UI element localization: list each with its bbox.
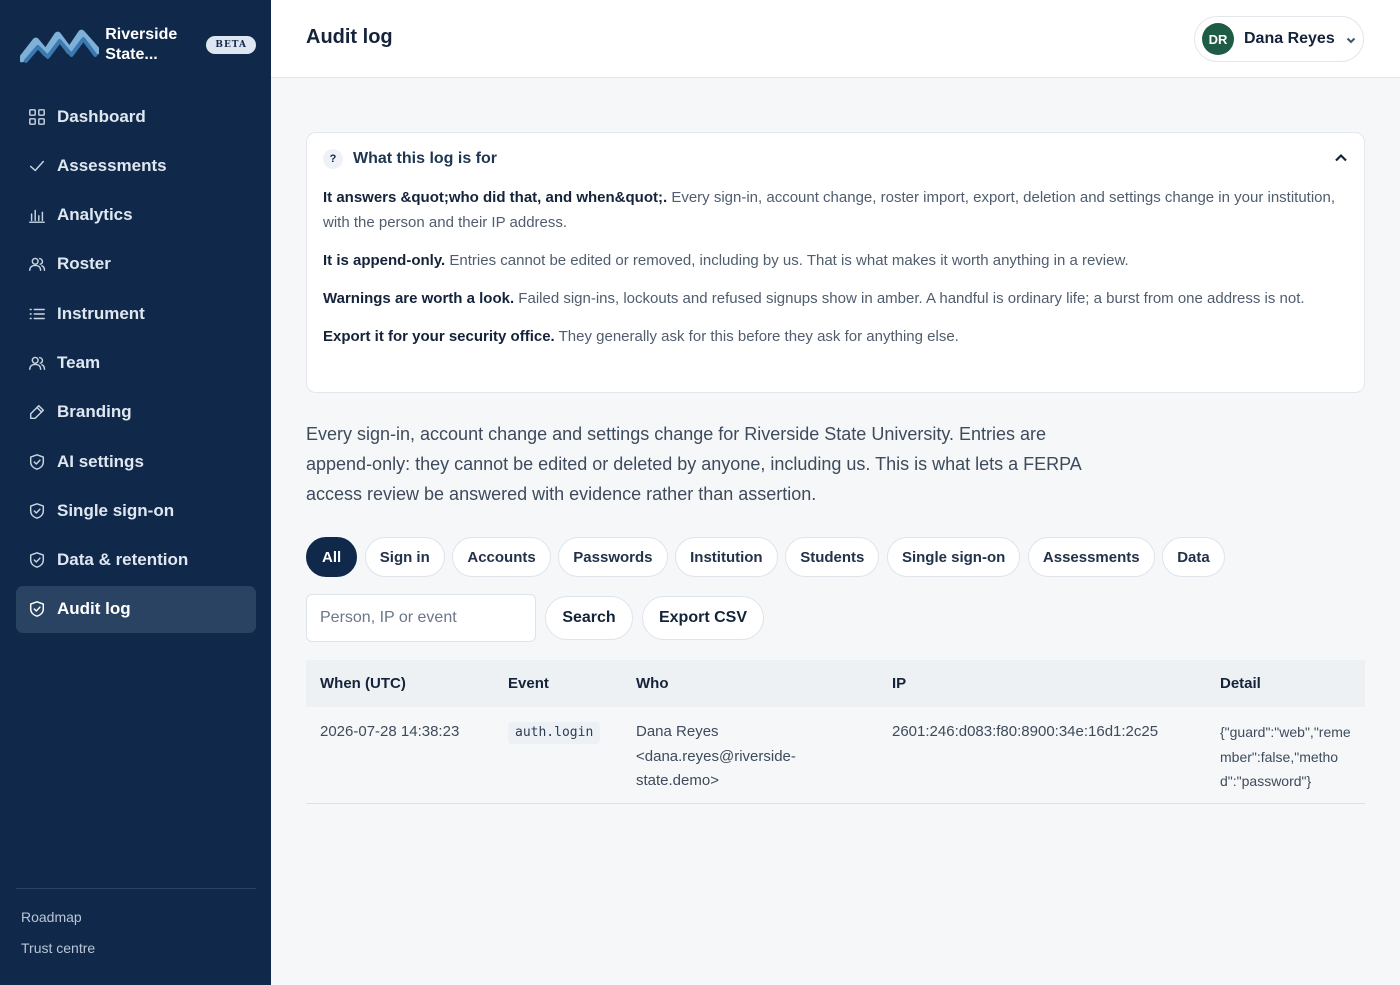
info-paragraph: Warnings are worth a look. Failed sign-i… (323, 286, 1348, 311)
filter-all[interactable]: All (306, 537, 358, 577)
sidebar-nav: Dashboard Assessments Analytics Roster I… (16, 93, 256, 635)
cell-when: 2026-07-28 14:38:23 (320, 723, 460, 740)
column-header-event: Event (508, 675, 549, 692)
brush-icon (27, 402, 47, 422)
audit-log-table: When (UTC) Event Who IP Detail 2026-07-2… (306, 660, 1365, 804)
sidebar-item-dashboard[interactable]: Dashboard (16, 93, 256, 140)
column-header-ip: IP (892, 675, 907, 692)
roadmap-link[interactable]: Roadmap (21, 909, 82, 925)
column-header-who: Who (636, 675, 669, 692)
sidebar-item-label: Single sign-on (57, 500, 175, 520)
question-icon: ? (323, 149, 343, 169)
shield-icon (27, 452, 47, 472)
sidebar-item-roster[interactable]: Roster (16, 241, 256, 288)
export-csv-button[interactable]: Export CSV (642, 596, 764, 640)
sidebar-item-label: AI settings (57, 451, 144, 471)
sidebar-item-data-retention[interactable]: Data & retention (16, 537, 256, 584)
user-name: Dana Reyes (1244, 30, 1335, 47)
info-text: They generally ask for this before they … (554, 328, 959, 345)
info-lead: Warnings are worth a look. (323, 290, 515, 307)
sidebar-item-label: Analytics (57, 205, 133, 225)
sidebar-item-branding[interactable]: Branding (16, 389, 256, 436)
filter-accounts[interactable]: Accounts (452, 537, 551, 577)
chevron-down-icon (1345, 33, 1357, 45)
filter-institution[interactable]: Institution (675, 537, 778, 577)
info-text: Entries cannot be edited or removed, inc… (445, 252, 1129, 269)
sidebar: Riverside State... BETA Dashboard Assess… (0, 0, 271, 985)
filter-assessments[interactable]: Assessments (1027, 537, 1155, 577)
list-icon (27, 304, 47, 324)
sidebar-item-label: Roster (57, 254, 111, 274)
info-paragraph: Export it for your security office. They… (323, 324, 1348, 349)
brand[interactable]: Riverside State... BETA (20, 22, 256, 68)
sidebar-item-label: Assessments (57, 155, 167, 175)
shield-icon (27, 599, 47, 619)
event-filter-tabs: All Sign in Accounts Passwords Instituti… (306, 537, 1232, 577)
info-lead: It is append-only. (323, 252, 446, 269)
event-code: auth.login (508, 722, 601, 744)
search-input[interactable] (306, 594, 536, 642)
sidebar-item-label: Audit log (57, 599, 131, 619)
info-panel-toggle[interactable]: ? What this log is for (323, 149, 497, 169)
shield-icon (27, 550, 47, 570)
sidebar-item-ai-settings[interactable]: AI settings (16, 438, 256, 485)
column-header-detail: Detail (1220, 675, 1261, 692)
cell-who: Dana Reyes <dana.reyes@riverside-state.d… (636, 723, 796, 789)
page-intro: Every sign-in, account change and settin… (306, 424, 1081, 504)
info-text: Failed sign-ins, lockouts and refused si… (514, 290, 1305, 307)
info-panel-body: It answers &quot;who did that, and when&… (323, 185, 1348, 362)
sidebar-item-team[interactable]: Team (16, 339, 256, 386)
sidebar-divider (16, 888, 256, 889)
info-paragraph: It is append-only. Entries cannot be edi… (323, 248, 1348, 273)
table-row: 2026-07-28 14:38:23 auth.login Dana Reye… (306, 707, 1365, 804)
logo-icon (20, 29, 100, 63)
cell-event: auth.login (494, 707, 622, 803)
info-paragraph: It answers &quot;who did that, and when&… (323, 185, 1348, 235)
info-lead: Export it for your security office. (323, 328, 555, 345)
users-icon (27, 353, 47, 373)
filter-data[interactable]: Data (1162, 537, 1225, 577)
sidebar-item-label: Dashboard (57, 106, 146, 126)
users-icon (27, 254, 47, 274)
filter-sign-in[interactable]: Sign in (364, 537, 445, 577)
shield-icon (27, 501, 47, 521)
filter-single-sign-on[interactable]: Single sign-on (886, 537, 1021, 577)
sidebar-item-analytics[interactable]: Analytics (16, 192, 256, 239)
sidebar-item-instrument[interactable]: Instrument (16, 290, 256, 337)
sidebar-item-label: Team (57, 352, 101, 372)
brand-name: Riverside State... (105, 26, 178, 63)
sidebar-item-assessments[interactable]: Assessments (16, 142, 256, 189)
top-header: Audit log DR Dana Reyes (271, 0, 1400, 78)
column-header-when: When (UTC) (320, 675, 406, 692)
cell-ip: 2601:246:d083:f80:8900:34e:16d1:2c25 (892, 723, 1159, 740)
check-icon (27, 156, 47, 176)
sidebar-item-label: Data & retention (57, 550, 189, 570)
search-button[interactable]: Search (545, 596, 633, 640)
table-header: When (UTC) Event Who IP Detail (306, 660, 1365, 707)
bar-chart-icon (27, 205, 47, 225)
avatar: DR (1202, 23, 1234, 55)
sidebar-item-label: Branding (57, 402, 132, 422)
sidebar-item-single-sign-on[interactable]: Single sign-on (16, 487, 256, 534)
user-menu-button[interactable]: DR Dana Reyes (1194, 16, 1364, 62)
info-panel-title: What this log is for (353, 150, 497, 167)
info-lead: It answers &quot;who did that, and when&… (323, 189, 668, 206)
filter-students[interactable]: Students (785, 537, 880, 577)
page-title: Audit log (306, 26, 393, 48)
sidebar-item-label: Instrument (57, 303, 145, 323)
sidebar-item-audit-log[interactable]: Audit log (16, 585, 256, 633)
trust-centre-link[interactable]: Trust centre (21, 940, 95, 956)
filter-passwords[interactable]: Passwords (558, 537, 668, 577)
info-panel: ? What this log is for It answers &quot;… (306, 132, 1365, 393)
cell-detail: {"guard":"web","remember":false,"method"… (1220, 724, 1351, 789)
grid-icon (27, 107, 47, 127)
beta-badge: BETA (206, 36, 256, 54)
chevron-up-icon[interactable] (1334, 151, 1350, 167)
